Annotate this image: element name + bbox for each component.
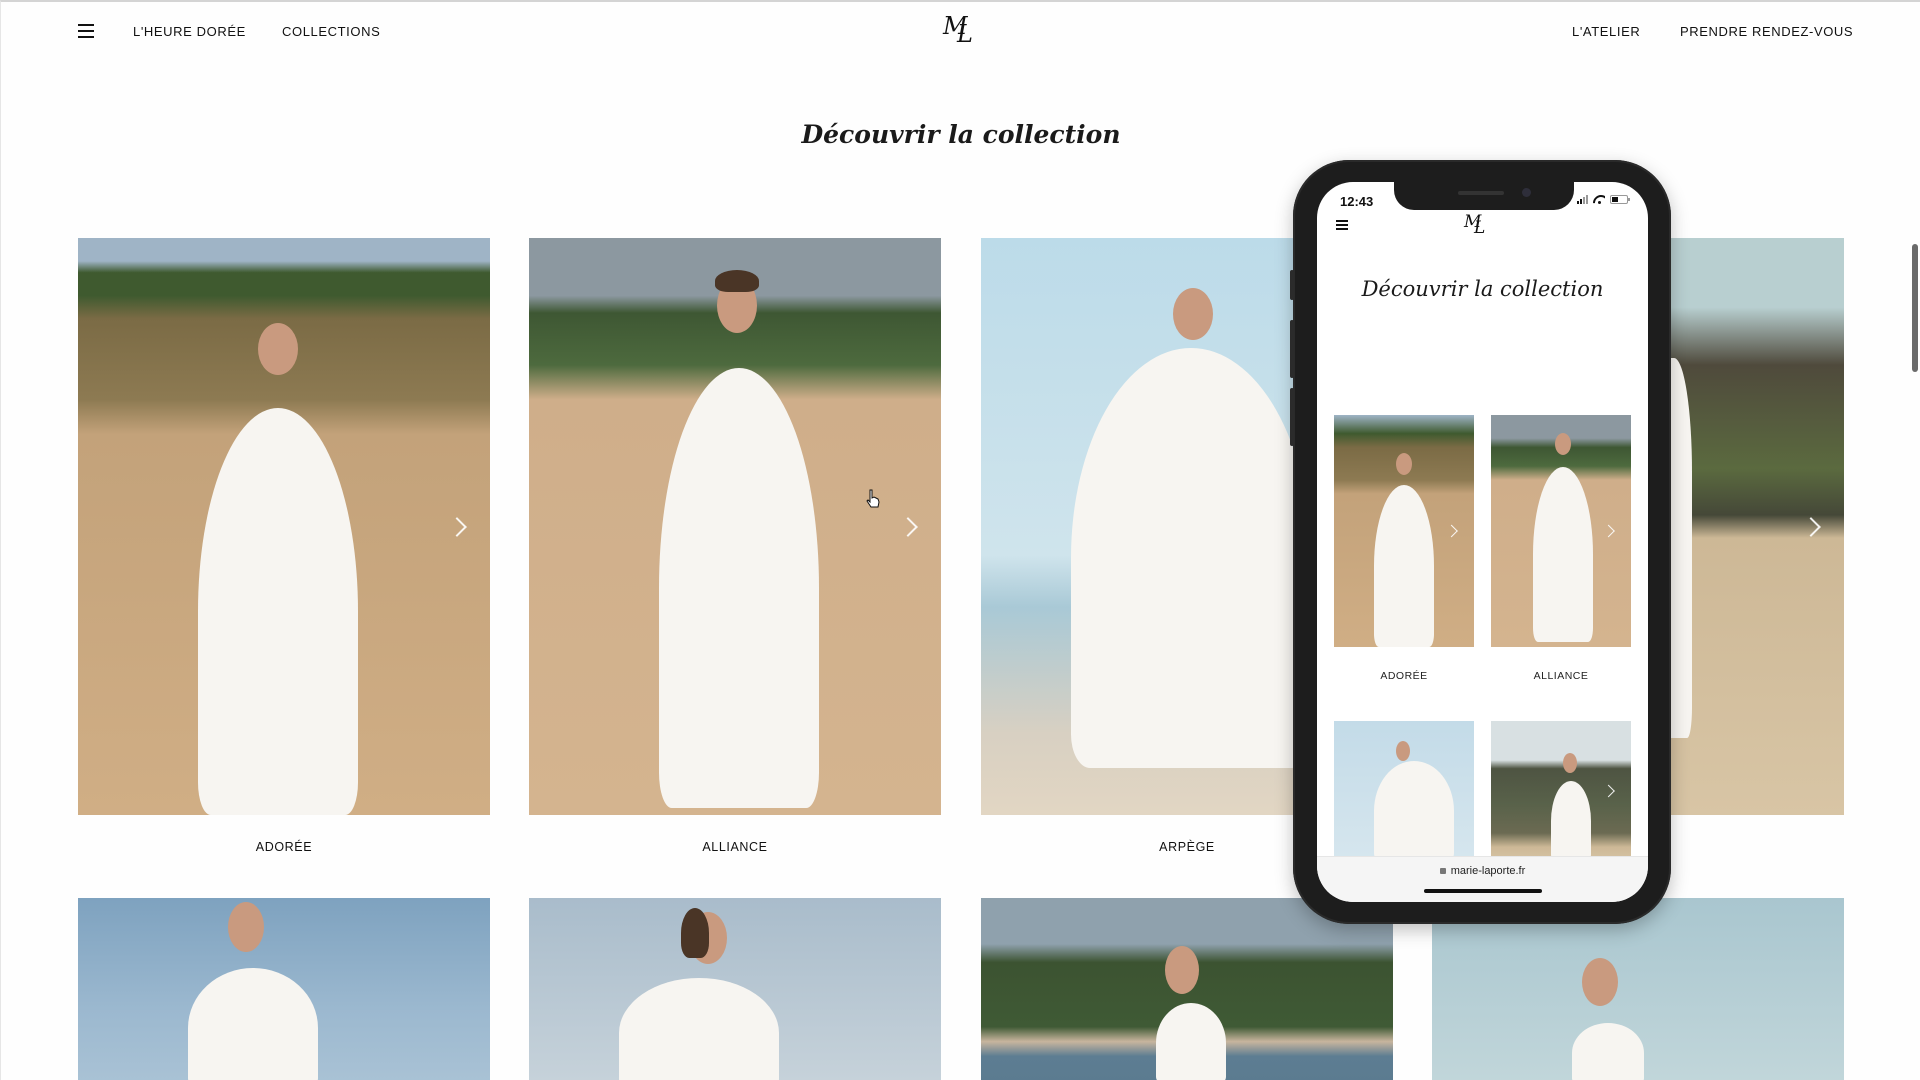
collection-photo[interactable]: [1491, 721, 1631, 861]
logo-letter-l: L: [1474, 218, 1486, 238]
dress-figure: [1572, 1023, 1644, 1080]
dress-figure: [1533, 467, 1593, 642]
chevron-right-icon[interactable]: [898, 516, 918, 537]
model-head: [1555, 433, 1571, 455]
collection-photo[interactable]: [1334, 721, 1474, 861]
page-scrollbar-thumb[interactable]: [1912, 244, 1918, 372]
model-head: [1173, 288, 1213, 340]
collection-photo[interactable]: [1334, 415, 1474, 647]
battery-icon: [1610, 195, 1630, 204]
collection-photo[interactable]: [1491, 415, 1631, 647]
phone-notch: [1394, 182, 1574, 210]
dress-figure: [1374, 761, 1454, 861]
nav-link-heure-doree[interactable]: L'HEURE DORÉE: [133, 24, 246, 39]
model-head: [228, 902, 264, 952]
model-hair: [681, 908, 709, 958]
dress-figure: [198, 408, 358, 815]
collection-photo[interactable]: [1432, 898, 1844, 1080]
collection-label[interactable]: ALLIANCE: [529, 840, 941, 854]
model-head: [1582, 958, 1618, 1006]
dress-figure: [188, 968, 318, 1080]
model-head: [1396, 741, 1410, 761]
mobile-browser-url-bar[interactable]: marie-laporte.fr: [1317, 856, 1648, 902]
hand-cursor-icon: [866, 489, 880, 508]
dress-figure: [1071, 348, 1311, 768]
speaker-grille: [1458, 191, 1504, 195]
collection-label[interactable]: ADORÉE: [78, 840, 490, 854]
model-head: [1563, 753, 1577, 773]
front-camera-icon: [1522, 188, 1531, 197]
dress-figure: [619, 978, 779, 1080]
lock-icon: [1439, 868, 1446, 874]
collection-photo[interactable]: [78, 898, 490, 1080]
mobile-site-logo[interactable]: M L: [1463, 212, 1495, 240]
page-title: Découvrir la collection: [801, 120, 1121, 149]
model-head: [1396, 453, 1412, 475]
top-navigation: L'HEURE DORÉE COLLECTIONS M L L'ATELIER …: [1, 2, 1920, 62]
nav-link-collections[interactable]: COLLECTIONS: [282, 24, 380, 39]
mobile-menu-hamburger-icon[interactable]: [1336, 220, 1348, 230]
model-hair: [715, 270, 759, 292]
site-logo[interactable]: M L: [941, 10, 983, 48]
status-icons: [1577, 195, 1630, 204]
model-head: [258, 323, 298, 375]
status-time: 12:43: [1340, 194, 1374, 209]
phone-mockup: 12:43 M L Découvrir la collection ADORÉE: [1290, 160, 1671, 924]
chevron-right-icon[interactable]: [1445, 524, 1458, 538]
wifi-icon: [1593, 195, 1605, 204]
menu-hamburger-icon[interactable]: [78, 24, 94, 38]
chevron-right-icon[interactable]: [1602, 524, 1615, 538]
collection-label[interactable]: ADORÉE: [1334, 670, 1474, 682]
url-value: marie-laporte.fr: [1450, 865, 1526, 877]
phone-screen: 12:43 M L Découvrir la collection ADORÉE: [1317, 182, 1648, 902]
chevron-right-icon[interactable]: [1602, 784, 1615, 798]
dress-figure: [1156, 1003, 1226, 1080]
cellular-signal-icon: [1577, 195, 1588, 204]
collection-photo[interactable]: [78, 238, 490, 815]
dress-figure: [1551, 781, 1591, 861]
nav-link-prendre-rendez-vous[interactable]: PRENDRE RENDEZ-VOUS: [1680, 24, 1853, 39]
model-head: [1165, 946, 1199, 994]
dress-figure: [1374, 485, 1434, 647]
phone-volume-down: [1290, 388, 1294, 446]
nav-link-atelier[interactable]: L'ATELIER: [1572, 24, 1640, 39]
phone-side-button: [1290, 270, 1294, 300]
mobile-page-title: Découvrir la collection: [1361, 277, 1604, 301]
collection-label[interactable]: ALLIANCE: [1491, 670, 1631, 682]
chevron-right-icon[interactable]: [447, 516, 467, 537]
collection-photo[interactable]: [529, 898, 941, 1080]
collection-photo[interactable]: [981, 898, 1393, 1080]
dress-figure: [659, 368, 819, 808]
phone-volume-up: [1290, 320, 1294, 378]
url-text: marie-laporte.fr: [1317, 865, 1648, 877]
collection-photo[interactable]: [529, 238, 941, 815]
home-indicator[interactable]: [1424, 889, 1542, 893]
logo-letter-l: L: [957, 20, 973, 48]
chevron-right-icon[interactable]: [1801, 516, 1821, 537]
